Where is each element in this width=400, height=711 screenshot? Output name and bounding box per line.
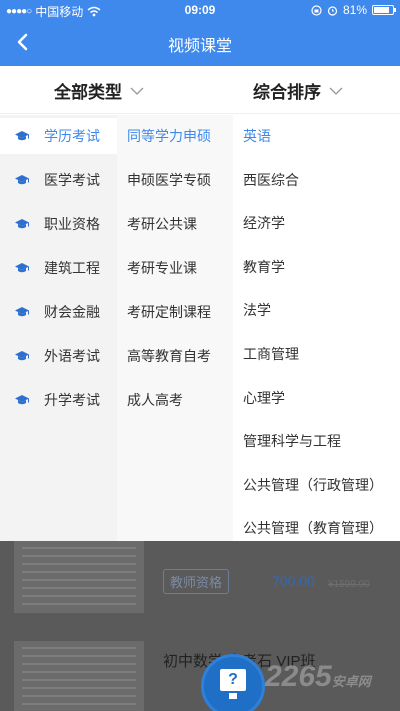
- help-icon-stand: [229, 693, 237, 699]
- subject-label: 公共管理（行政管理）: [243, 476, 383, 493]
- subject-item[interactable]: 法学: [243, 292, 400, 328]
- subcategory-label: 申硕医学专硕: [127, 172, 211, 188]
- subject-item[interactable]: 英语: [243, 118, 400, 154]
- category-label: 职业资格: [44, 216, 100, 232]
- subject-label: 经济学: [243, 215, 285, 232]
- subject-item[interactable]: 管理科学与工程: [243, 423, 400, 459]
- help-button[interactable]: ?: [201, 654, 265, 711]
- subcategory-item[interactable]: 考研定制课程: [127, 294, 233, 330]
- subcategory-item[interactable]: 高等教育自考: [127, 338, 233, 374]
- subcategory-item[interactable]: 申硕医学专硕: [127, 162, 233, 198]
- graduation-cap-icon: [0, 218, 44, 230]
- subject-item[interactable]: 西医综合: [243, 162, 400, 198]
- status-bar: ●●●●○ 中国移动 09:09 81%: [0, 0, 400, 20]
- site-watermark: 2265安卓网: [265, 660, 371, 693]
- category-label: 财会金融: [44, 304, 100, 320]
- subject-item[interactable]: 公共管理（教育管理）: [243, 510, 400, 546]
- help-icon: ?: [220, 669, 246, 691]
- category-item[interactable]: 升学考试: [0, 382, 117, 418]
- type-filter-dropdown[interactable]: 全部类型: [54, 78, 144, 103]
- subject-label: 法学: [243, 302, 271, 319]
- subcategory-item[interactable]: 成人高考: [127, 382, 233, 418]
- course-tag: 教师资格: [163, 569, 230, 594]
- category-item[interactable]: 财会金融: [0, 294, 117, 330]
- category-column: 学历考试医学考试职业资格建筑工程财会金融外语考试升学考试: [0, 115, 117, 541]
- subject-label: 公共管理（教育管理）: [243, 520, 383, 537]
- subject-item[interactable]: 教育学: [243, 249, 400, 285]
- battery-icon: [372, 5, 396, 15]
- subject-label: 工商管理: [243, 346, 299, 362]
- subject-item[interactable]: 经济学: [243, 205, 400, 241]
- subcategory-item[interactable]: 同等学力申硕: [127, 118, 233, 154]
- sort-filter-label: 综合排序: [253, 83, 321, 102]
- subcategory-item[interactable]: 考研公共课: [127, 206, 233, 242]
- battery-percent: 81%: [342, 3, 367, 17]
- course-thumbnail: [14, 641, 144, 711]
- category-item[interactable]: 职业资格: [0, 206, 117, 242]
- category-label: 医学考试: [44, 172, 100, 188]
- subject-label: 英语: [243, 128, 271, 144]
- graduation-cap-icon: [0, 262, 44, 274]
- category-item[interactable]: 学历考试: [0, 118, 117, 154]
- category-item[interactable]: 建筑工程: [0, 250, 117, 286]
- graduation-cap-icon: [0, 130, 44, 142]
- status-right: 81%: [311, 3, 396, 17]
- course-thumbnail: [14, 541, 144, 613]
- subcategory-label: 成人高考: [127, 392, 183, 408]
- alarm-icon: [327, 5, 338, 16]
- chevron-down-icon: [329, 87, 343, 95]
- subcategory-label: 考研公共课: [127, 216, 197, 232]
- subject-item[interactable]: 工商管理: [243, 336, 400, 372]
- subcategory-item[interactable]: 考研专业课: [127, 250, 233, 286]
- category-item[interactable]: 医学考试: [0, 162, 117, 198]
- lock-rotation-icon: [311, 4, 322, 16]
- type-filter-panel: 学历考试医学考试职业资格建筑工程财会金融外语考试升学考试 同等学力申硕 申硕医学专…: [0, 115, 400, 541]
- category-label: 外语考试: [44, 348, 100, 364]
- course-price: 700.00: [272, 573, 315, 589]
- category-item[interactable]: 外语考试: [0, 338, 117, 374]
- subcategory-column: 同等学力申硕 申硕医学专硕 考研公共课考研专业课考研定制课程 高等教育自考 成人高考: [117, 115, 233, 541]
- graduation-cap-icon: [0, 350, 44, 362]
- nav-bar: 视频课堂: [0, 20, 400, 66]
- filter-bar: 全部类型 综合排序: [0, 66, 400, 114]
- subject-label: 心理学: [243, 389, 285, 406]
- graduation-cap-icon: [0, 394, 44, 406]
- category-label: 升学考试: [44, 392, 100, 408]
- subcategory-label: 高等教育自考: [127, 348, 211, 364]
- chevron-down-icon: [130, 87, 144, 95]
- subject-item[interactable]: 公共管理（行政管理）: [243, 467, 400, 503]
- top-bar: ●●●●○ 中国移动 09:09 81% 视频课堂: [0, 0, 400, 66]
- sort-filter-dropdown[interactable]: 综合排序: [253, 78, 343, 103]
- category-label: 学历考试: [44, 128, 100, 144]
- subject-item[interactable]: 心理学: [243, 380, 400, 416]
- graduation-cap-icon: [0, 174, 44, 186]
- subcategory-label: 考研定制课程: [127, 304, 211, 320]
- subject-label: 西医综合: [243, 171, 299, 188]
- subcategory-label: 同等学力申硕: [127, 128, 211, 144]
- type-filter-label: 全部类型: [54, 83, 122, 102]
- subject-column: 英语西医综合经济学教育学法学工商管理心理学管理科学与工程公共管理（行政管理） 公共…: [233, 115, 400, 541]
- subject-label: 管理科学与工程: [243, 433, 341, 450]
- page-title: 视频课堂: [167, 38, 232, 55]
- category-label: 建筑工程: [44, 260, 100, 276]
- subject-label: 教育学: [243, 258, 285, 275]
- graduation-cap-icon: [0, 306, 44, 318]
- subcategory-label: 考研专业课: [127, 260, 197, 276]
- course-old-price: ¥1599.00: [328, 579, 370, 590]
